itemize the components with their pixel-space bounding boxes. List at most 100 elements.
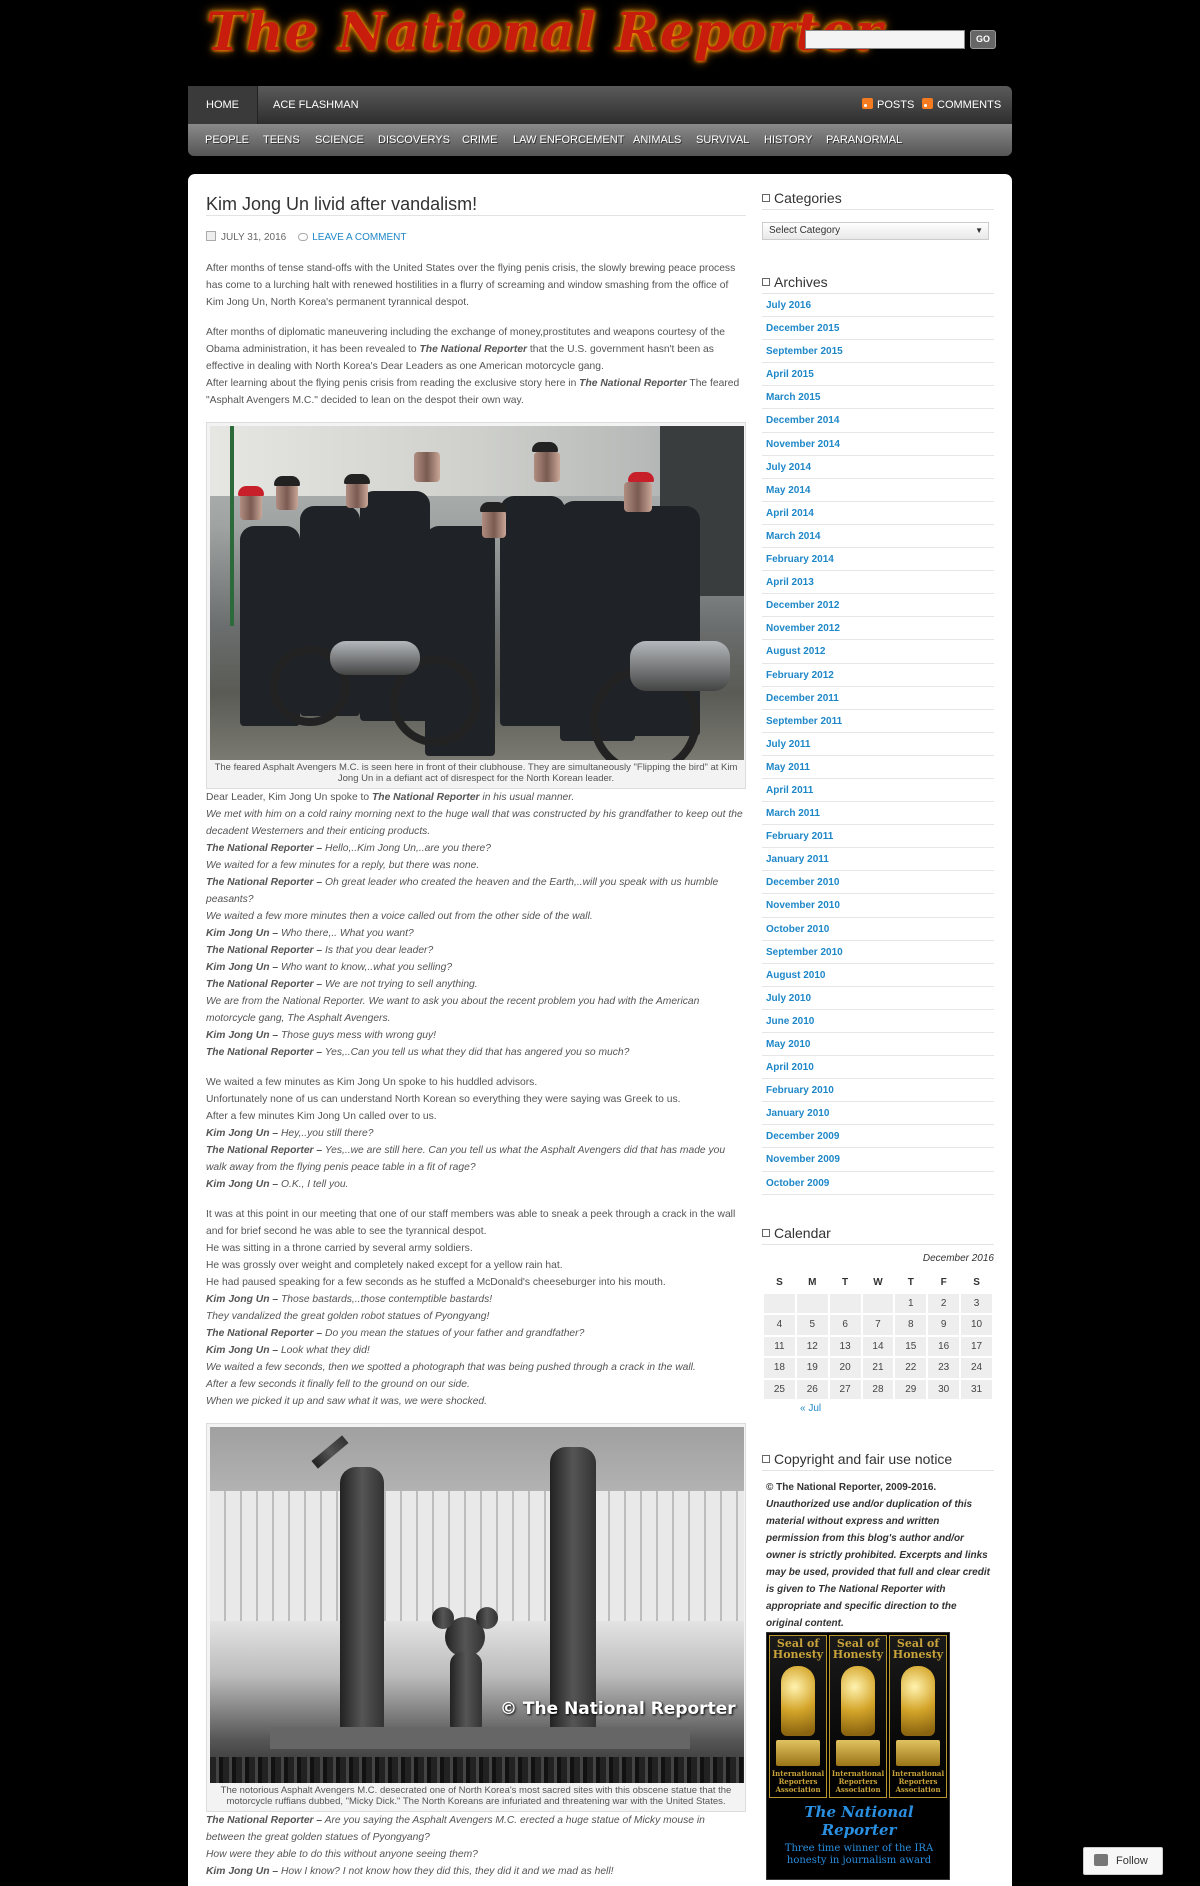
- dialog-line: The National Reporter – Yes,..Can you te…: [206, 1044, 746, 1061]
- calendar-day-header: S: [764, 1272, 795, 1292]
- archive-link[interactable]: April 2011: [762, 779, 994, 803]
- archive-link[interactable]: March 2015: [762, 386, 994, 410]
- dialog-text: Who there,.. What you want?: [278, 928, 414, 939]
- archive-link[interactable]: July 2010: [762, 987, 994, 1010]
- archive-link[interactable]: July 2011: [762, 733, 994, 756]
- cat-paranormal[interactable]: PARANORMAL: [826, 124, 902, 156]
- archive-link[interactable]: November 2012: [762, 617, 994, 641]
- archive-link[interactable]: December 2014: [762, 409, 994, 433]
- calendar-day: 23: [928, 1358, 960, 1378]
- brand-name: The National Reporter: [579, 378, 687, 389]
- dialog-text: He had paused speaking for a few seconds…: [206, 1277, 666, 1288]
- dialog-line: Unfortunately none of us can understand …: [206, 1091, 746, 1108]
- biker-gang-photo[interactable]: [210, 426, 744, 760]
- trophy-base: [836, 1740, 880, 1767]
- archive-link[interactable]: January 2010: [762, 1102, 994, 1126]
- search-go-button[interactable]: GO: [970, 30, 996, 49]
- cat-people[interactable]: PEOPLE: [205, 124, 249, 156]
- archive-link[interactable]: April 2014: [762, 502, 994, 525]
- archive-link[interactable]: August 2012: [762, 640, 994, 664]
- archive-link[interactable]: September 2011: [762, 710, 994, 733]
- dialog-line: Kim Jong Un – Hey,..you still there?: [206, 1125, 746, 1142]
- archive-link[interactable]: February 2014: [762, 548, 994, 572]
- archive-link[interactable]: June 2010: [762, 1010, 994, 1033]
- speaker: The National Reporter –: [206, 1047, 323, 1058]
- archive-link[interactable]: October 2010: [762, 918, 994, 941]
- post-title[interactable]: Kim Jong Un livid after vandalism!: [206, 192, 746, 216]
- statues-photo[interactable]: © The National Reporter: [210, 1427, 744, 1783]
- archive-link[interactable]: February 2012: [762, 664, 994, 687]
- archive-link[interactable]: December 2015: [762, 317, 994, 341]
- seal-subtitle: Three time winner of the IRA honesty in …: [784, 1843, 934, 1867]
- follow-button[interactable]: Follow: [1083, 1847, 1163, 1875]
- archive-link[interactable]: May 2010: [762, 1033, 994, 1057]
- seal-label: Seal of Honesty: [892, 1637, 944, 1662]
- archive-link[interactable]: November 2014: [762, 433, 994, 456]
- cat-science[interactable]: SCIENCE: [315, 124, 364, 156]
- tab-ace-flashman[interactable]: ACE FLASHMAN: [255, 86, 377, 124]
- tab-home[interactable]: HOME: [188, 86, 258, 124]
- archive-link[interactable]: December 2012: [762, 594, 994, 618]
- archive-link[interactable]: January 2011: [762, 848, 994, 872]
- archive-link[interactable]: December 2010: [762, 871, 994, 895]
- leave-comment-link[interactable]: LEAVE A COMMENT: [312, 232, 406, 243]
- dialog-line: Kim Jong Un – How I know? I not know how…: [206, 1863, 746, 1880]
- archive-link[interactable]: September 2010: [762, 941, 994, 964]
- archive-link[interactable]: December 2009: [762, 1125, 994, 1149]
- cat-history[interactable]: HISTORY: [764, 124, 813, 156]
- calendar-title: Calendar: [762, 1221, 994, 1245]
- cat-law-enforcement[interactable]: LAW ENFORCEMENT: [513, 124, 624, 156]
- calendar-table: SMTWTFS 1 2 3 4 5 6 7 8 9 10 11 12 13 14 15 16 17 18 19 20 2…: [762, 1271, 994, 1402]
- search-input[interactable]: [805, 30, 965, 49]
- post-intro: After months of tense stand-offs with th…: [206, 263, 736, 308]
- seal-of-honesty-1: Seal of Honesty International Reporters …: [769, 1635, 827, 1799]
- calendar-day: 6: [829, 1315, 861, 1335]
- cat-animals[interactable]: ANIMALS: [633, 124, 681, 156]
- calendar-prev-link[interactable]: « Jul: [762, 1401, 994, 1417]
- dialog-line: Kim Jong Un – Those bastards,..those con…: [206, 1291, 746, 1308]
- archive-link[interactable]: April 2015: [762, 363, 994, 387]
- cat-survival[interactable]: SURVIVAL: [696, 124, 749, 156]
- archive-link[interactable]: March 2014: [762, 525, 994, 549]
- calendar-week: 4 5 6 7 8 9 10: [764, 1315, 992, 1335]
- speaker: Kim Jong Un –: [206, 962, 279, 973]
- dialog-text: How I know? I not know how they did this…: [278, 1866, 614, 1877]
- calendar-day: 29: [895, 1379, 927, 1400]
- archive-link[interactable]: August 2010: [762, 964, 994, 987]
- cat-discoverys[interactable]: DISCOVERYS: [378, 124, 450, 156]
- dialog-line: The National Reporter – Are you saying t…: [206, 1812, 746, 1846]
- archive-link[interactable]: May 2014: [762, 479, 994, 502]
- archive-link[interactable]: February 2011: [762, 825, 994, 849]
- cat-teens[interactable]: TEENS: [263, 124, 300, 156]
- posts-feed-link[interactable]: POSTS: [862, 86, 914, 124]
- calendar-day: 30: [928, 1379, 960, 1400]
- post-date: JULY 31, 2016: [221, 232, 287, 243]
- dialog-line: He was sitting in a throne carried by se…: [206, 1240, 746, 1257]
- site-logo[interactable]: The National Reporter: [206, 2, 883, 63]
- calendar-day: 4: [764, 1315, 795, 1335]
- calendar-week: 25 26 27 28 29 30 31: [764, 1379, 992, 1400]
- archive-link[interactable]: December 2011: [762, 687, 994, 710]
- cat-crime[interactable]: CRIME: [462, 124, 497, 156]
- archive-link[interactable]: July 2016: [762, 294, 994, 318]
- dialog-line: We met with him on a cold rainy morning …: [206, 806, 746, 840]
- category-select[interactable]: Select Category: [762, 222, 989, 240]
- archive-link[interactable]: November 2009: [762, 1148, 994, 1172]
- calendar-day: 27: [829, 1379, 861, 1400]
- seal-association: International Reporters Association: [891, 1769, 945, 1795]
- dialog-line: Kim Jong Un – Those guys mess with wrong…: [206, 1027, 746, 1044]
- dialog-text: How were they able to do this without an…: [206, 1849, 478, 1860]
- archive-link[interactable]: July 2014: [762, 456, 994, 479]
- archive-link[interactable]: November 2010: [762, 894, 994, 918]
- archive-link[interactable]: October 2009: [762, 1172, 994, 1195]
- archive-link[interactable]: February 2010: [762, 1079, 994, 1103]
- archive-link[interactable]: March 2011: [762, 802, 994, 826]
- comments-feed-link[interactable]: COMMENTS: [922, 86, 1001, 124]
- archive-link[interactable]: April 2010: [762, 1056, 994, 1080]
- archive-link[interactable]: April 2013: [762, 571, 994, 595]
- dialog-text: He was sitting in a throne carried by se…: [206, 1243, 473, 1254]
- archive-link[interactable]: September 2015: [762, 340, 994, 364]
- archive-link[interactable]: May 2011: [762, 756, 994, 779]
- calendar-day: [796, 1293, 828, 1314]
- photo-watermark: © The National Reporter: [500, 1699, 736, 1719]
